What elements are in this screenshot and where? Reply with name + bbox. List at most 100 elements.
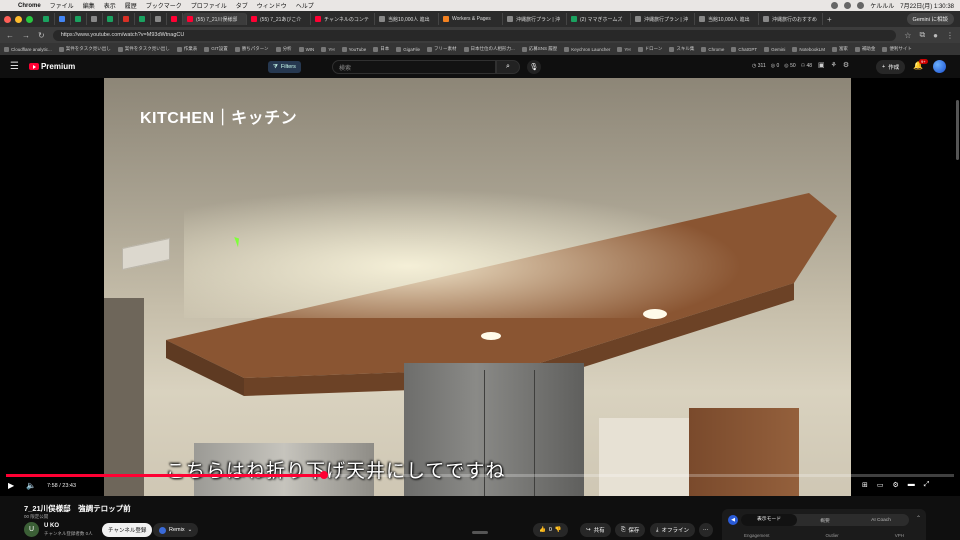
hamburger-menu-icon[interactable]: ☰ — [10, 61, 19, 72]
bookmark-item[interactable]: YH — [321, 46, 335, 52]
reload-icon[interactable]: ↻ — [38, 31, 45, 40]
bookmark-item[interactable]: ドローン — [637, 46, 662, 52]
browser-tab[interactable]: 沖縄旅行プラン | 沖 — [631, 13, 695, 25]
channel-avatar[interactable]: U — [24, 522, 39, 537]
bookmark-item[interactable]: 勝ちパターン — [234, 46, 269, 52]
panel-toggle-icon[interactable]: ◀ — [728, 515, 738, 525]
menu-edit[interactable]: 編集 — [83, 1, 95, 10]
bookmark-item[interactable]: 案件をタスク見い出し — [58, 46, 111, 52]
account-avatar[interactable] — [933, 60, 946, 73]
video-player[interactable]: KITCHEN｜キッチン こちらはね折り下げ天井にしてですね — [0, 78, 960, 496]
offline-download-button[interactable]: ⤓ オフライン — [650, 523, 695, 537]
browser-tab[interactable]: 沖縄旅行のおすすめ — [759, 13, 823, 25]
menu-file[interactable]: ファイル — [50, 1, 74, 10]
browser-tab[interactable]: Workers & Pages — [439, 13, 503, 25]
zoom-window-button[interactable] — [26, 15, 33, 23]
share-button[interactable]: ↪ 共有 — [580, 523, 611, 537]
status-icon[interactable] — [844, 2, 852, 9]
profile-icon[interactable]: ● — [933, 31, 938, 40]
menu-bookmarks[interactable]: ブックマーク — [146, 1, 182, 10]
browser-tab[interactable] — [119, 13, 135, 25]
browser-tab[interactable] — [135, 13, 151, 25]
browser-tab[interactable] — [55, 13, 71, 25]
volume-icon[interactable]: 🔈 — [26, 481, 36, 490]
bookmark-item[interactable]: 便利サイト — [882, 46, 912, 52]
menu-help[interactable]: ヘルプ — [296, 1, 314, 10]
bookmark-item[interactable]: 日本仕位の人相形力... — [463, 46, 515, 52]
bookmark-item[interactable]: Chrome — [701, 46, 724, 52]
tab-display-mode[interactable]: 表示モード — [741, 514, 797, 526]
bookmark-item[interactable]: 分析 — [275, 46, 292, 52]
menu-history[interactable]: 履歴 — [125, 1, 137, 10]
menu-profile[interactable]: プロファイル — [191, 1, 227, 10]
browser-tab[interactable]: チャンネルのコンテ — [311, 13, 375, 25]
voice-search-button[interactable]: 🎙 — [527, 60, 541, 74]
bookmark-item[interactable]: GIT設置 — [204, 46, 228, 52]
create-button[interactable]: + 作成 — [876, 60, 906, 74]
browser-tab[interactable] — [87, 13, 103, 25]
new-tab-button[interactable]: + — [827, 15, 832, 24]
play-button[interactable]: ▶ — [8, 481, 14, 490]
bookmark-item[interactable]: YouTube — [341, 46, 366, 52]
url-field[interactable]: https://www.youtube.com/watch?v=M93dWtna… — [52, 29, 897, 41]
subscribe-button[interactable]: チャンネル登録 — [102, 523, 153, 537]
menubar-clock[interactable]: 7月22日(月) 1:30:38 — [900, 1, 954, 10]
save-button[interactable]: ⎘ 保存 — [615, 523, 646, 537]
browser-tab[interactable]: 当館10,000人 進出 — [375, 13, 439, 25]
bookmark-item[interactable]: Keychron Launcher — [564, 46, 610, 52]
menu-window[interactable]: ウィンドウ — [257, 1, 287, 10]
menubar-app-name[interactable]: Chrome — [18, 3, 41, 9]
youtube-logo[interactable]: Premium — [28, 62, 75, 71]
like-dislike-button[interactable]: 👍 0 👎 — [533, 523, 568, 537]
tab-overview[interactable]: 概要 — [797, 517, 853, 524]
autoplay-icon[interactable]: ⊞ — [862, 481, 868, 489]
panel-collapse-icon[interactable]: ⌃ — [916, 515, 921, 522]
extension-icon[interactable]: ▣ — [818, 61, 825, 69]
bookmark-item[interactable]: 応募SNS 履歴 — [521, 46, 557, 52]
browser-tab[interactable]: (55) 7_21川俣様邸 — [183, 13, 247, 25]
back-icon[interactable]: ← — [6, 31, 14, 40]
minimize-window-button[interactable] — [15, 15, 22, 23]
search-input[interactable]: 検索 — [332, 60, 496, 74]
browser-tab[interactable] — [39, 13, 55, 25]
bookmark-item[interactable]: 作業表 — [176, 46, 197, 52]
bookmark-item[interactable]: Gemini — [764, 46, 785, 52]
menu-kebab-icon[interactable]: ⋮ — [946, 31, 954, 40]
menu-tab[interactable]: タブ — [236, 1, 248, 10]
search-button[interactable]: ⌕ — [496, 60, 520, 74]
progress-bar[interactable] — [6, 471, 954, 479]
bookmark-item[interactable]: スキル集 — [669, 46, 694, 52]
browser-tab[interactable] — [71, 13, 87, 25]
bookmark-item[interactable]: NotebookLM — [792, 46, 825, 52]
theater-mode-icon[interactable]: ▬ — [908, 481, 915, 489]
browser-tab[interactable]: (55) 7_21あびこ介 — [247, 13, 311, 25]
bookmark-item[interactable]: WIN — [298, 46, 314, 52]
page-scrollbar[interactable] — [956, 100, 959, 160]
menu-view[interactable]: 表示 — [104, 1, 116, 10]
status-icon[interactable] — [831, 2, 839, 9]
drag-handle[interactable] — [472, 531, 488, 534]
progress-scrubber[interactable] — [319, 471, 328, 479]
more-actions-button[interactable]: ⋯ — [699, 523, 713, 537]
bookmark-item[interactable]: 補助金 — [854, 46, 875, 52]
browser-tab[interactable] — [167, 13, 183, 25]
idea-icon[interactable]: ⚘ — [831, 61, 837, 69]
forward-icon[interactable]: → — [22, 31, 30, 40]
bookmark-item[interactable]: 案件をタスク見い出し — [117, 46, 170, 52]
apps-icon[interactable]: ⚙ — [843, 61, 849, 69]
bookmark-item[interactable]: GigaFile — [396, 46, 420, 52]
remix-button[interactable]: Remix ⌄ — [153, 523, 199, 537]
fullscreen-icon[interactable]: ⤢ — [924, 481, 930, 489]
bookmark-item[interactable]: Cloudflare analytic... — [4, 46, 52, 52]
browser-tab[interactable]: 沖縄旅行プラン | 沖 — [503, 13, 567, 25]
browser-tab[interactable]: 当館10,000人 進出 — [695, 13, 759, 25]
bookmark-item[interactable]: 富家 — [831, 46, 848, 52]
menubar-user[interactable]: ケルルル — [870, 1, 894, 10]
bookmark-item[interactable]: YH — [617, 46, 631, 52]
bookmark-item[interactable]: ChatGPT — [731, 46, 757, 52]
bookmark-item[interactable]: 日本 — [373, 46, 389, 52]
wifi-icon[interactable] — [857, 2, 865, 9]
subtitles-icon[interactable]: ▭ — [877, 481, 884, 489]
bookmark-item[interactable]: フリー素材 — [427, 46, 457, 52]
notifications-button[interactable]: 🔔 9+ — [913, 59, 928, 70]
